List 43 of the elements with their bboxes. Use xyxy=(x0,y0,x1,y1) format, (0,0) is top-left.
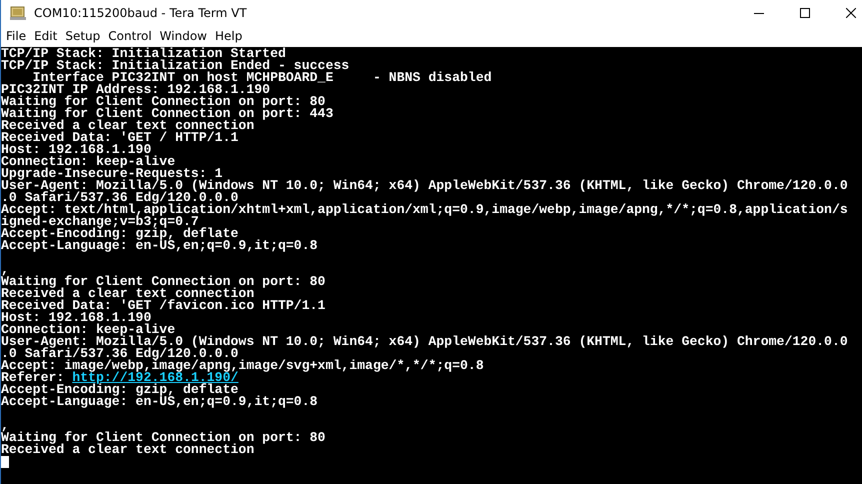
terminal-line: Waiting for Client Connection on port: 80 xyxy=(1,96,326,108)
terminal-line: Received Data: 'GET /favicon.ico HTTP/1.1 xyxy=(1,300,326,312)
close-icon[interactable] xyxy=(846,8,856,18)
link[interactable]: http://192.168.1.190/ xyxy=(72,372,238,384)
app-icon xyxy=(10,5,26,21)
terminal-line: User-Agent: Mozilla/5.0 (Windows NT 10.0; Win64; x64) AppleWebKit/537.36 (KHTML, like Gecko) Chrome/120.0.0 xyxy=(1,336,848,348)
terminal-line: .0 Safari/537.36 Edg/120.0.0.0 xyxy=(1,192,238,204)
terminal-line: TCP/IP Stack: Initialization Started xyxy=(1,48,286,60)
terminal-line: Received Data: 'GET / HTTP/1.1 xyxy=(1,132,238,144)
menu-item[interactable]: Edit xyxy=(34,29,62,43)
terminal-line: Waiting for Client Connection on port: 443 xyxy=(1,108,334,120)
terminal-line: TCP/IP Stack: Initialization Ended - success xyxy=(1,60,350,72)
terminal-line: Received a clear text connection xyxy=(1,444,254,456)
terminal-line: Interface PIC32INT on host MCHPBOARD_E - NBNS disabled xyxy=(32,72,492,84)
terminal-line: Host: 192.168.1.190 xyxy=(1,312,152,324)
terminal-line: , xyxy=(1,420,9,432)
terminal-line: Accept: text/html,application/xhtml+xml,application/xml;q=0.9,image/webp,image/apng,*/*;q=0.8,application/s xyxy=(1,204,848,216)
terminal-line: igned-exchange;v=b3;q=0.7 xyxy=(1,216,199,228)
window-title: COM10:115200baud - Tera Term VT xyxy=(34,6,247,20)
menu-item[interactable]: File xyxy=(6,29,32,43)
terminal-line: User-Agent: Mozilla/5.0 (Windows NT 10.0; Win64; x64) AppleWebKit/537.36 (KHTML, like Gecko) Chrome/120.0.0 xyxy=(1,180,848,192)
terminal-line: Referer: xyxy=(1,372,64,384)
terminal-line: , xyxy=(1,264,9,276)
terminal-line: Waiting for Client Connection on port: 80 xyxy=(1,432,326,444)
terminal-line: Accept: image/webp,image/apng,image/svg+xml,image/*,*/*;q=0.8 xyxy=(1,360,484,372)
terminal-line: PIC32INT IP Address: 192.168.1.190 xyxy=(1,84,270,96)
menu-item[interactable]: Setup xyxy=(65,29,106,43)
menu-item[interactable]: Control xyxy=(108,29,157,43)
terminal-line: Received a clear text connection xyxy=(1,120,254,132)
menu-item[interactable]: Window xyxy=(160,29,212,43)
menu-item[interactable]: Help xyxy=(215,29,248,43)
terminal-line: Accept-Encoding: gzip, deflate xyxy=(1,384,238,396)
terminal-line: Upgrade-Insecure-Requests: 1 xyxy=(1,168,223,180)
terminal-line: Accept-Encoding: gzip, deflate xyxy=(1,228,238,240)
terminal-line: Received a clear text connection xyxy=(1,288,254,300)
terminal-line: Waiting for Client Connection on port: 80 xyxy=(1,276,326,288)
maximize-icon[interactable] xyxy=(800,8,810,18)
terminal-line: Host: 192.168.1.190 xyxy=(1,144,152,156)
terminal-line: Connection: keep-alive xyxy=(1,156,176,168)
terminal-line: Accept-Language: en-US,en;q=0.9,it;q=0.8 xyxy=(1,396,318,408)
terminal-line: Accept-Language: en-US,en;q=0.9,it;q=0.8 xyxy=(1,240,318,252)
terminal-line: Connection: keep-alive xyxy=(1,324,176,336)
terminal-line: .0 Safari/537.36 Edg/120.0.0.0 xyxy=(1,348,238,360)
